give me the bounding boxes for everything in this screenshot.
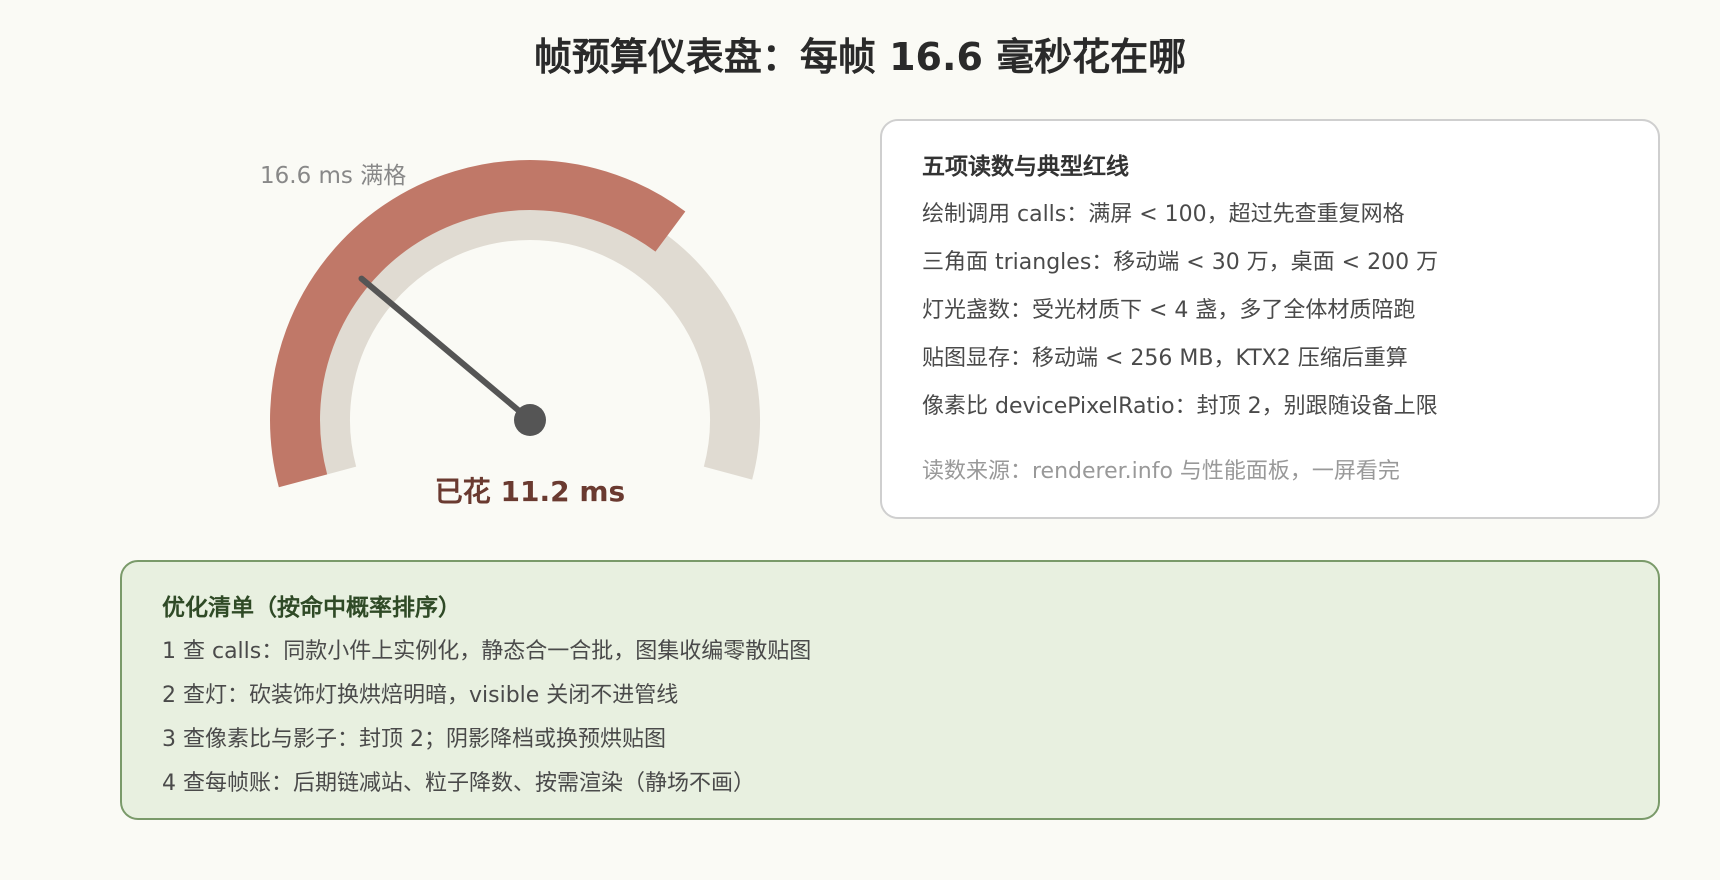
reading-item: 像素比 devicePixelRatio：封顶 2，别跟随设备上限 bbox=[922, 394, 1438, 419]
full-scale-label: 16.6 ms 满格 bbox=[260, 163, 407, 189]
reading-item: 灯光盏数：受光材质下 < 4 盏，多了全体材质陪跑 bbox=[922, 298, 1416, 323]
readings-source: 读数来源：renderer.info 与性能面板，一屏看完 bbox=[922, 459, 1400, 484]
optimization-item: 2 查灯：砍装饰灯换烘焙明暗，visible 关闭不进管线 bbox=[162, 683, 679, 708]
optimization-heading: 优化清单（按命中概率排序） bbox=[162, 595, 461, 621]
optimization-card: 优化清单（按命中概率排序） 1 查 calls：同款小件上实例化，静态合一合批，… bbox=[120, 560, 1660, 820]
optimization-item: 4 查每帧账：后期链减站、粒子降数、按需渲染（静场不画） bbox=[162, 771, 755, 796]
reading-item: 贴图显存：移动端 < 256 MB，KTX2 压缩后重算 bbox=[922, 346, 1408, 371]
optimization-item: 3 查像素比与影子：封顶 2；阴影降档或换预烘贴图 bbox=[162, 727, 666, 752]
gauge-hub bbox=[514, 404, 546, 436]
reading-item: 绘制调用 calls：满屏 < 100，超过先查重复网格 bbox=[922, 202, 1405, 227]
frame-budget-gauge: 16.6 ms 满格 已花 11.2 ms bbox=[0, 110, 860, 530]
readings-card: 五项读数与典型红线 绘制调用 calls：满屏 < 100，超过先查重复网格 三… bbox=[880, 119, 1660, 519]
gauge-svg bbox=[270, 160, 760, 488]
readings-heading: 五项读数与典型红线 bbox=[922, 154, 1129, 180]
gauge-needle bbox=[358, 275, 533, 423]
page-title: 帧预算仪表盘：每帧 16.6 毫秒花在哪 bbox=[533, 35, 1187, 79]
reading-item: 三角面 triangles：移动端 < 30 万，桌面 < 200 万 bbox=[922, 250, 1439, 275]
spent-label: 已花 11.2 ms bbox=[434, 475, 626, 508]
optimization-item: 1 查 calls：同款小件上实例化，静态合一合批，图集收编零散贴图 bbox=[162, 639, 812, 664]
